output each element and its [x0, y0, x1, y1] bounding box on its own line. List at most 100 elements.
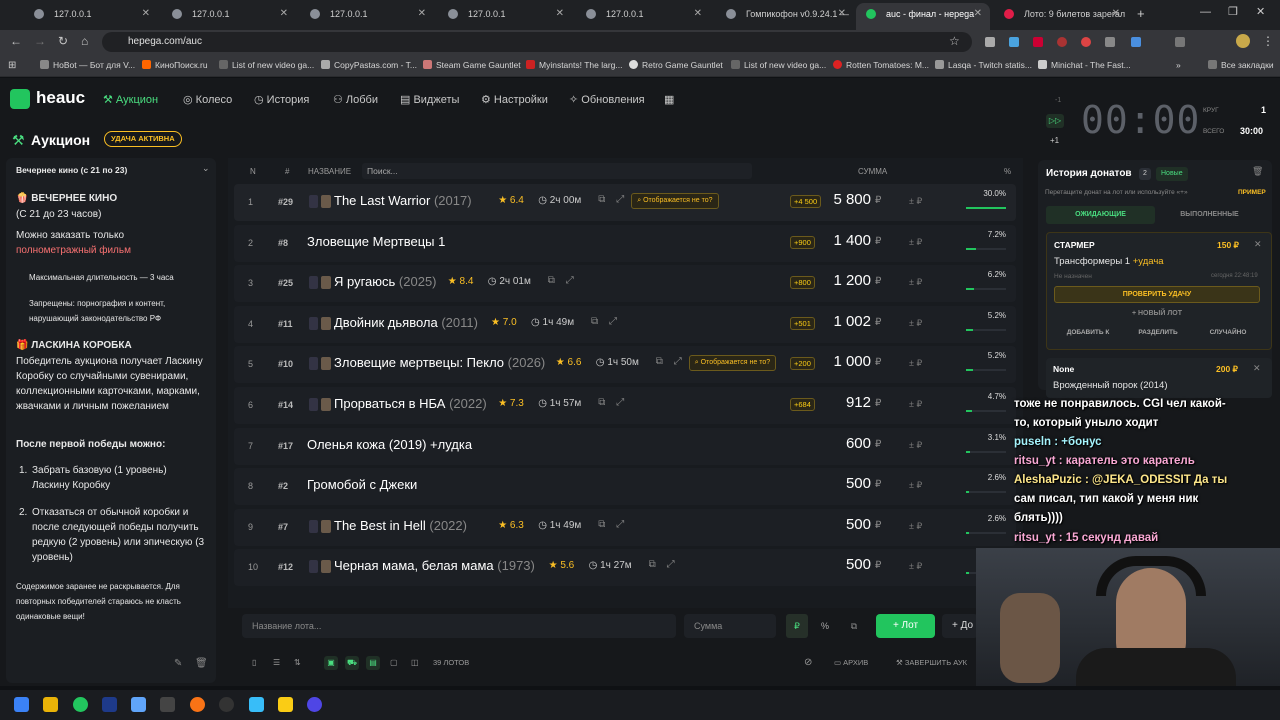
external-link-icon[interactable]: ⧉: [548, 275, 555, 286]
trash-icon[interactable]: 🗑: [195, 658, 208, 669]
terminal-icon[interactable]: [160, 697, 175, 712]
avatar[interactable]: [1236, 34, 1250, 48]
forward-icon[interactable]: →: [34, 34, 46, 48]
lot-row[interactable]: 6 #14 Прорваться в НБА (2022) ★ 7.3 ◷ 1ч 57м…: [234, 387, 1016, 424]
grid-icon[interactable]: ▦: [664, 93, 674, 106]
bookmark-item[interactable]: HoBot — Бот для V...: [40, 60, 135, 70]
external-link-icon[interactable]: ⧉: [649, 559, 656, 570]
adjust-sum-button[interactable]: ± ₽: [909, 399, 922, 410]
adjust-sum-button[interactable]: ± ₽: [909, 521, 922, 532]
lot-sum[interactable]: 1 000: [801, 353, 871, 370]
close-icon[interactable]: ✕: [280, 3, 288, 25]
info-icon[interactable]: [309, 519, 318, 533]
finish-auction-button[interactable]: ⚒ ЗАВЕРШИТЬ АУК: [896, 658, 967, 667]
bookmark-item[interactable]: CopyPastas.com - T...: [321, 60, 417, 70]
lot-row[interactable]: 5 #10 Зловещие мертвецы: Пекло (2026) ★ 6.6…: [234, 346, 1016, 384]
external-link-icon[interactable]: ⧉: [598, 194, 605, 205]
browser-tab[interactable]: 127.0.0.1 ✕: [438, 3, 572, 30]
extension-icon[interactable]: [1033, 37, 1043, 47]
bookmark-item[interactable]: Rotten Tomatoes: M...: [833, 60, 929, 70]
wrong-display-badge[interactable]: ⌕ Отображается не то?: [688, 355, 777, 372]
external-link-icon[interactable]: ⧉: [598, 397, 605, 408]
info-icon[interactable]: [309, 195, 318, 208]
all-bookmarks[interactable]: Все закладки: [1208, 60, 1274, 70]
timer-minus[interactable]: -1: [1055, 97, 1061, 104]
lot-name-input[interactable]: Название лота...: [242, 614, 676, 638]
link-icon[interactable]: ⤢: [609, 316, 617, 327]
bookmark-item[interactable]: Retro Game Gauntlet: [629, 60, 723, 70]
new-filter[interactable]: Новые: [1156, 167, 1188, 181]
new-lot-button[interactable]: + НОВЫЙ ЛОТ: [1054, 307, 1260, 321]
nav-wheel[interactable]: ◎ Колесо: [183, 93, 232, 106]
browser-tab[interactable]: 127.0.0.1 ✕: [24, 3, 158, 30]
extension-icon[interactable]: [1081, 37, 1091, 47]
list-icon[interactable]: ☰: [273, 658, 280, 667]
link-icon[interactable]: ⤢: [616, 519, 624, 530]
close-icon[interactable]: ✕: [1254, 239, 1262, 250]
browser-tab[interactable]: Лото: 9 билетов зарегал ✕: [994, 3, 1128, 30]
browser-tab[interactable]: 127.0.0.1 ✕: [300, 3, 434, 30]
new-tab-icon[interactable]: +: [1137, 6, 1145, 21]
link-icon[interactable]: ⤢: [667, 559, 675, 570]
close-icon[interactable]: ✕: [694, 3, 702, 25]
bookmark-item[interactable]: Myinstants! The larg...: [526, 60, 622, 70]
split-button[interactable]: РАЗДЕЛИТЬ: [1124, 325, 1192, 341]
bookmark-item[interactable]: Lasqa - Twitch statis...: [935, 60, 1032, 70]
adjust-sum-button[interactable]: ± ₽: [909, 318, 922, 329]
lot-sum[interactable]: 500: [801, 516, 871, 533]
tab-done[interactable]: ВЫПОЛНЕННЫЕ: [1155, 206, 1264, 224]
nav-updates[interactable]: ✧ Обновления: [569, 93, 645, 106]
menu-icon[interactable]: ⋮: [1262, 34, 1274, 48]
sidebar-toggle-icon[interactable]: ▯: [252, 658, 256, 667]
extension-icon[interactable]: [1057, 37, 1067, 47]
lot-row[interactable]: 3 #25 Я ругаюсь (2025) ★ 8.4 ◷ 2ч 01м ⧉ ⤢ +800 1…: [234, 265, 1016, 303]
discord-icon[interactable]: [307, 697, 322, 712]
lot-sum[interactable]: 600: [801, 435, 871, 452]
percent-toggle[interactable]: %: [814, 614, 836, 638]
apps-icon[interactable]: ⊞: [8, 60, 16, 71]
external-link-icon[interactable]: ⧉: [598, 519, 605, 530]
firefox-icon[interactable]: [190, 697, 205, 712]
info-icon[interactable]: [309, 357, 318, 371]
steam-icon[interactable]: [102, 697, 117, 712]
browser-tab-active[interactable]: auc - финал - неpega ✕: [856, 3, 990, 30]
document-icon[interactable]: ▤: [366, 656, 380, 670]
lot-row[interactable]: 2 #8 Зловещие Мертвецы 1 +900 1 400 ₽ ± ₽7.2%: [234, 224, 1016, 262]
chrome-icon[interactable]: [73, 697, 88, 712]
lot-row[interactable]: 8 #2 Громобой с Джеки 500 ₽ ± ₽ 2.6%: [234, 468, 1016, 506]
external-link-icon[interactable]: ⧉: [656, 356, 663, 367]
lot-sum[interactable]: 5 800: [801, 191, 871, 208]
bookmark-star-icon[interactable]: ☆: [949, 34, 960, 48]
bookmark-item[interactable]: List of new video ga...: [731, 60, 826, 70]
close-icon[interactable]: ✕: [1112, 3, 1120, 25]
close-icon[interactable]: ✕: [418, 3, 426, 25]
close-icon[interactable]: ✕: [974, 3, 982, 25]
extension-icon[interactable]: [1105, 37, 1115, 47]
browser-tab[interactable]: 127.0.0.1 ✕: [162, 3, 296, 30]
car-icon[interactable]: ⛟: [345, 656, 359, 670]
info-icon[interactable]: [309, 276, 318, 290]
lot-row[interactable]: 9 #7 The Best in Hell (2022) ★ 6.3 ◷ 1ч 49м ⧉…: [234, 508, 1016, 546]
timer-plus[interactable]: +1: [1050, 136, 1059, 145]
lot-sum[interactable]: 1 200: [801, 272, 871, 289]
adjust-sum-button[interactable]: ± ₽: [909, 237, 922, 248]
lot-row[interactable]: 7 #17 Оленья кожа (2019) +лудка 600 ₽ ± ₽ 3.1…: [234, 427, 1016, 465]
extension-icon[interactable]: [985, 37, 995, 47]
info-icon[interactable]: [309, 398, 318, 411]
archive-button[interactable]: ▭ АРХИВ: [834, 658, 868, 667]
nav-lobby[interactable]: ⚇ Лобби: [333, 93, 378, 106]
adjust-sum-button[interactable]: ± ₽: [909, 480, 922, 491]
browser-tab[interactable]: 127.0.0.1 ✕: [576, 3, 710, 30]
close-icon[interactable]: ✕: [838, 3, 846, 25]
bookmark-item[interactable]: Minichat - The Fast...: [1038, 60, 1131, 70]
explorer-icon[interactable]: [43, 697, 58, 712]
lot-sum[interactable]: 912: [801, 394, 871, 411]
view-toggle-icon[interactable]: ▣: [324, 656, 338, 670]
bookmark-item[interactable]: List of new video ga...: [219, 60, 314, 70]
info-icon[interactable]: [309, 560, 318, 574]
add-lot-button[interactable]: + Лот: [876, 614, 935, 638]
adjust-sum-button[interactable]: ± ₽: [909, 277, 922, 288]
search-input[interactable]: Поиск...: [362, 163, 752, 179]
adjust-sum-button[interactable]: ± ₽: [909, 561, 922, 572]
link-icon[interactable]: ⤢: [616, 397, 624, 408]
